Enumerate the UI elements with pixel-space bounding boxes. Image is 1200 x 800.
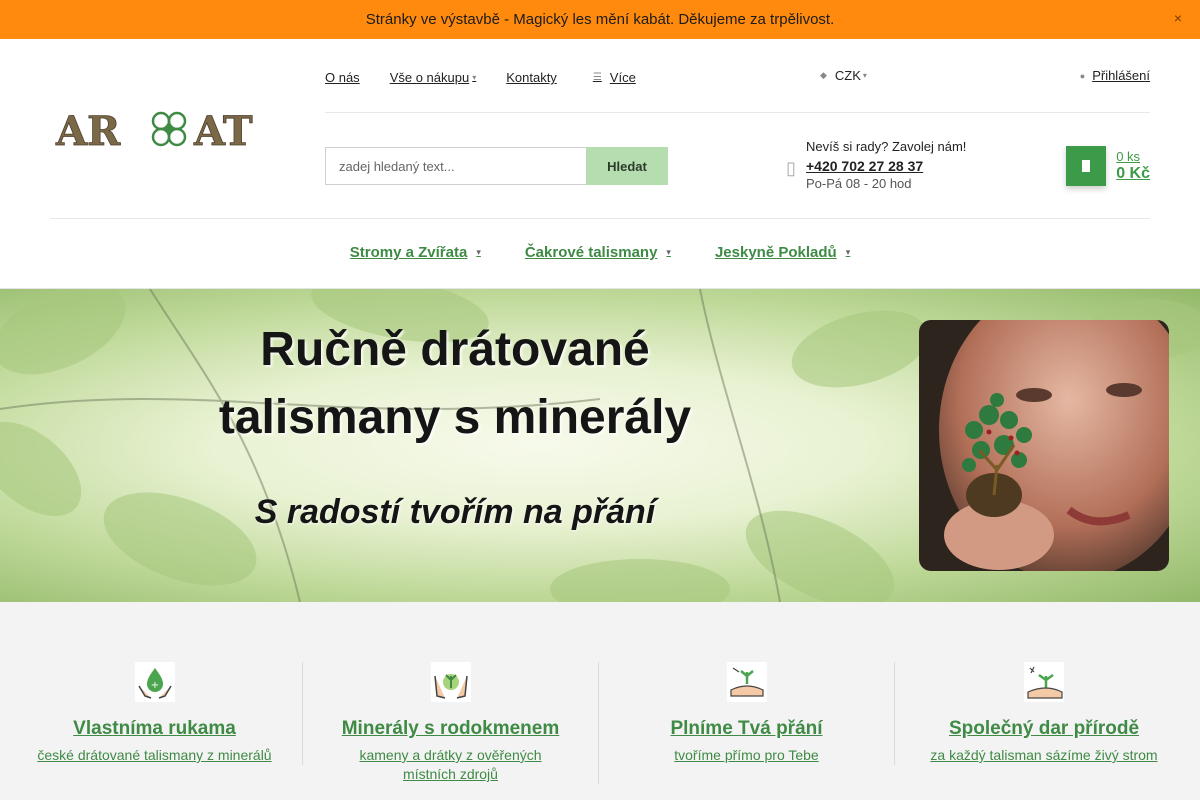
hands-drop-icon: + [134, 662, 175, 702]
contact-box: ▯ Nevíš si rady? Zavolej nám! +420 702 2… [786, 138, 966, 194]
banner-close-button[interactable]: × [1174, 10, 1182, 26]
category-trees-animals[interactable]: Stromy a Zvířata ▾ [350, 244, 481, 261]
chevron-down-icon: ▾ [476, 247, 481, 257]
cart-widget[interactable]: 0 ks 0 Kč [1066, 146, 1150, 186]
svg-text:AR: AR [55, 108, 121, 153]
divider [50, 218, 1150, 219]
category-chakra-talismans[interactable]: Čakrové talismany ▾ [525, 244, 671, 261]
logo[interactable]: AR AT [52, 105, 286, 153]
feature-text[interactable]: za každý talisman sázíme živý strom [896, 746, 1192, 765]
search-button[interactable]: Hledat [586, 147, 668, 185]
nav-link-about[interactable]: O nás [325, 70, 360, 85]
feature-item: Minerály s rodokmenem kameny a drátky z … [303, 662, 599, 784]
hero-subtitle: S radostí tvořím na přání [254, 493, 656, 531]
login-link[interactable]: ● Přihlášení [1080, 68, 1150, 83]
feature-title[interactable]: Společný dar přírodě [896, 718, 1192, 740]
feature-text[interactable]: kameny a drátky z ověřených místních zdr… [303, 746, 598, 784]
feature-text[interactable]: české drátované talismany z minerálů [7, 746, 302, 765]
features-section: + Vlastníma rukama české drátované talis… [0, 602, 1200, 800]
feature-title[interactable]: Minerály s rodokmenem [303, 718, 598, 740]
feature-item: Společný dar přírodě za každý talisman s… [896, 662, 1192, 765]
cart-button[interactable] [1066, 146, 1107, 186]
hero-photo [919, 320, 1169, 571]
opening-hours: Po-Pá 08 - 20 hod [806, 176, 912, 191]
hands-plant-icon [430, 662, 471, 702]
hero-banner: Ručně drátované talismany s minerály S r… [0, 289, 1200, 602]
nav-link-contacts[interactable]: Kontakty [506, 70, 557, 85]
category-treasure-cave[interactable]: Jeskyně Pokladů ▾ [715, 244, 850, 261]
cart-total[interactable]: 0 Kč [1116, 165, 1150, 183]
category-navigation: Stromy a Zvířata ▾ Čakrové talismany ▾ Jes… [0, 244, 1200, 261]
chevron-down-icon: ▾ [666, 247, 671, 257]
currency-label: CZK [834, 68, 861, 83]
feature-title[interactable]: Plníme Tvá přání [599, 718, 894, 740]
feature-text[interactable]: tvoříme přímo pro Tebe [599, 746, 894, 765]
svg-text:+: + [150, 680, 158, 691]
hand-seedling-icon [726, 662, 767, 702]
currency-icon: ◆ [820, 70, 827, 80]
chevron-down-icon: ▾ [845, 247, 851, 257]
hand-sprout-icon [1024, 662, 1064, 702]
search-form: Hledat [325, 147, 668, 185]
divider [325, 112, 1150, 113]
top-navigation: O nás Vše o nákupu ▾ Kontakty ☰ Více [325, 70, 666, 85]
chevron-down-icon: ▾ [862, 71, 867, 80]
phone-number-link[interactable]: +420 702 27 28 37 [806, 157, 966, 176]
contact-prompt: Nevíš si rady? Zavolej nám! [806, 139, 967, 154]
feature-item: + Vlastníma rukama české drátované talis… [7, 662, 303, 765]
phone-icon: ▯ [786, 158, 796, 178]
cart-count[interactable]: 0 ks [1116, 149, 1150, 164]
announcement-banner: Stránky ve výstavbě - Magický les mění k… [0, 0, 1200, 39]
login-label[interactable]: Přihlášení [1092, 68, 1150, 83]
feature-title[interactable]: Vlastníma rukama [7, 718, 302, 740]
feature-item: Plníme Tvá přání tvoříme přímo pro Tebe [599, 662, 895, 765]
nav-link-shopping-info[interactable]: Vše o nákupu ▾ [390, 70, 477, 85]
site-header: AR AT O nás Vše o nákupu ▾ Kontakty ☰ Více… [0, 39, 1200, 289]
cart-icon [1082, 160, 1091, 172]
currency-selector[interactable]: ◆ CZK ▾ [820, 68, 867, 83]
chevron-down-icon: ▾ [472, 73, 477, 82]
search-input[interactable] [325, 147, 586, 185]
user-icon: ● [1079, 70, 1086, 81]
svg-text:AT: AT [193, 108, 253, 153]
nav-link-more[interactable]: ☰ Více [593, 70, 636, 85]
announcement-text: Stránky ve výstavbě - Magický les mění k… [365, 11, 835, 28]
menu-icon: ☰ [592, 72, 602, 83]
hero-title: Ručně drátované talismany s minerály [218, 323, 692, 444]
